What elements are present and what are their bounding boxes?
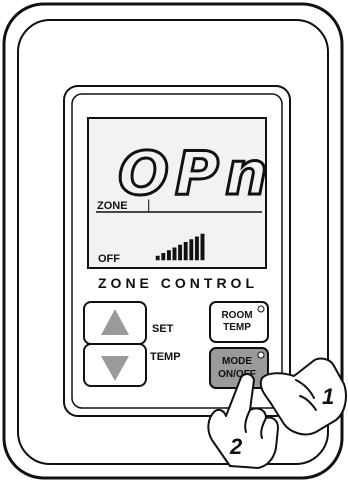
set-label: SET bbox=[152, 323, 174, 335]
zone-control-thermostat: OPn ZONE | OFF ZONE CONTROL SET TEMP ROO… bbox=[2, 2, 347, 480]
lcd-zone-cursor: | bbox=[147, 197, 150, 212]
signal-bar bbox=[189, 239, 194, 261]
lcd-status: OFF bbox=[98, 253, 120, 265]
room-temp-label-line1: ROOM bbox=[221, 310, 252, 321]
signal-bar bbox=[194, 236, 199, 261]
signal-bar bbox=[178, 244, 183, 261]
signal-bar bbox=[172, 247, 177, 261]
signal-bar bbox=[166, 250, 171, 261]
mode-indicator-light bbox=[257, 351, 265, 359]
room-temp-label-line2: TEMP bbox=[223, 322, 251, 333]
signal-bar bbox=[161, 253, 166, 261]
step-2-label: 2 bbox=[229, 434, 243, 459]
room-temp-indicator-light bbox=[257, 305, 265, 313]
signal-bar bbox=[183, 242, 188, 261]
signal-bar bbox=[155, 255, 160, 261]
panel-title: ZONE CONTROL bbox=[98, 275, 258, 291]
mode-label-line1: MODE bbox=[222, 356, 252, 367]
lcd-main-readout: OPn bbox=[118, 139, 274, 209]
step-1-label: 1 bbox=[322, 384, 334, 409]
lcd-zone-label: ZONE bbox=[97, 200, 128, 212]
temp-label: TEMP bbox=[150, 351, 181, 363]
signal-bar bbox=[200, 233, 205, 261]
